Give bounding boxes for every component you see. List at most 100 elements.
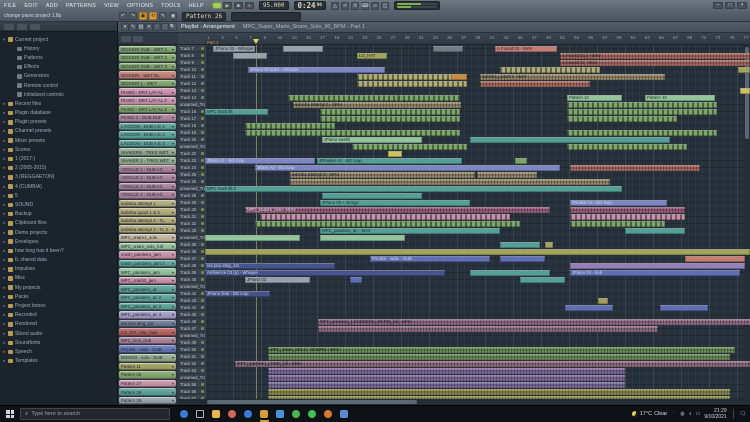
browser-item[interactable]: Remote control	[0, 81, 117, 90]
browser-item[interactable]: ▸Envelopes	[0, 237, 117, 246]
clip[interactable]	[245, 130, 460, 136]
clip[interactable]	[233, 53, 267, 59]
track-row-header[interactable]: unnamed_Track 15	[178, 101, 205, 108]
picker-item[interactable]: kalimba quant 1 & 2▾	[119, 208, 176, 216]
track-row-header[interactable]: Track 36	[178, 248, 205, 255]
browser-item[interactable]: ▸My projects	[0, 283, 117, 292]
playlist-titlebar[interactable]: ▾ ✎ ▨ ✕ ∕ ⬚ 🔍 Playlist - Arrangement MPC…	[118, 22, 750, 33]
multilink-icon[interactable]: ∞	[371, 2, 379, 10]
track-row-header[interactable]: Track 31	[178, 213, 205, 220]
clip[interactable]	[352, 144, 467, 150]
clip[interactable]	[320, 109, 460, 115]
menu-item-edit[interactable]: EDIT	[20, 3, 41, 9]
track-row-header[interactable]: Track 28	[178, 192, 205, 199]
start-button[interactable]	[0, 406, 20, 422]
track-row-header[interactable]: Track 51	[178, 353, 205, 360]
slice-tool-icon[interactable]: ∕	[153, 23, 161, 31]
clip[interactable]: A.Found 02 - WAV	[560, 60, 750, 66]
track-row-header[interactable]: unnamed_Track 48	[178, 332, 205, 339]
track-row-header[interactable]: Track 14	[178, 94, 205, 101]
track-row-header[interactable]: unnamed_Track 41	[178, 283, 205, 290]
track-row-header[interactable]: Track 35	[178, 241, 205, 248]
clip[interactable]: MPC_pandeiro_LOUD_full - WAV	[235, 361, 750, 367]
track-row-header[interactable]: Track 23	[178, 157, 205, 164]
picker-filter-icon[interactable]	[121, 36, 131, 42]
picker-item[interactable]: MPC_pandeiro_ac 2▾	[119, 294, 176, 302]
clip[interactable]	[350, 277, 362, 283]
clip[interactable]	[565, 305, 613, 311]
clip[interactable]	[322, 193, 422, 199]
firefox-icon[interactable]	[323, 409, 334, 420]
clip[interactable]	[268, 375, 625, 381]
menu-item-patterns[interactable]: PATTERNS	[62, 3, 100, 9]
browser-item[interactable]: ▸Packs	[0, 292, 117, 301]
track-row-header[interactable]: Track 32	[178, 220, 205, 227]
picker-item[interactable]: Pattern 27▾	[119, 380, 176, 388]
clip[interactable]: PALMS A2 - BG loop	[570, 200, 667, 206]
clip[interactable]	[567, 130, 717, 136]
clip[interactable]	[570, 221, 665, 227]
play-button[interactable]: ▶	[223, 2, 232, 9]
picker-item[interactable]: MPC_pandeiro_ac 3▾	[119, 303, 176, 311]
track-row-header[interactable]: unnamed_Track 27	[178, 185, 205, 192]
browser-tab-2[interactable]	[17, 24, 27, 30]
track-row-header[interactable]: Track 39	[178, 269, 205, 276]
wait-input-icon[interactable]: ⏎	[341, 2, 349, 10]
menu-item-options[interactable]: OPTIONS	[123, 3, 157, 9]
track-row-header[interactable]: Track 50	[178, 346, 205, 353]
menu-item-tools[interactable]: TOOLS	[157, 3, 185, 9]
picker-item[interactable]: kalimba attempt 2 - TL▾	[119, 217, 176, 225]
playlist-grid[interactable]: JPiano 03 - WhisperA.Found 01 - WAVLO_HA…	[205, 45, 750, 399]
menu-item-help[interactable]: HELP	[185, 3, 208, 9]
clip[interactable]	[288, 95, 398, 101]
clip[interactable]	[570, 263, 745, 269]
pattern-song-led[interactable]	[213, 3, 221, 8]
midi-icon[interactable]: ◫	[381, 2, 389, 10]
close-button[interactable]: ×	[737, 2, 747, 9]
track-row-header[interactable]: unnamed_Track 21	[178, 143, 205, 150]
tempo-display[interactable]: 95.000	[259, 1, 289, 10]
menu-item-file[interactable]: FILE	[0, 3, 20, 9]
delete-tool-icon[interactable]: ✕	[145, 23, 153, 31]
clip[interactable]	[255, 221, 520, 227]
clip[interactable]	[398, 95, 460, 101]
clip[interactable]	[500, 256, 545, 262]
clip[interactable]	[470, 137, 670, 143]
browser-item[interactable]: ▸Scores	[0, 145, 117, 154]
picker-item[interactable]: LAGOON - DUB A.E 2▾	[119, 131, 176, 139]
snap-magnet-icon[interactable]: ◉	[169, 12, 177, 20]
clip[interactable]: Pattern 10	[645, 95, 715, 101]
picker-item[interactable]: LO_INT_clap_fade▾	[119, 328, 176, 336]
track-row-header[interactable]: Track 44	[178, 304, 205, 311]
show-desktop-divider[interactable]	[733, 409, 734, 419]
track-row-header[interactable]: Track 47	[178, 325, 205, 332]
zoom-tool-icon[interactable]: 🔍	[169, 23, 177, 31]
picker-item[interactable]: LAGOON - DUB A.E 3▾	[119, 140, 176, 148]
clip[interactable]	[205, 249, 750, 255]
clip[interactable]: kalimba attempt 1 - WAV	[293, 102, 461, 108]
playhead-marker[interactable]	[253, 39, 259, 44]
fl-studio-icon[interactable]	[259, 409, 270, 420]
clip[interactable]	[515, 158, 527, 164]
clip[interactable]: kalimba attempt 2 - WAV	[290, 172, 475, 178]
clip[interactable]: JRhodes A1 - BG loop	[317, 158, 462, 164]
browser-item[interactable]: ▸Recent files	[0, 99, 117, 108]
clip[interactable]: JPiano 03 - dub	[570, 270, 740, 276]
browser-item[interactable]: ▸Backup	[0, 210, 117, 219]
browser-item[interactable]: ▸Channel presets	[0, 127, 117, 136]
picker-item[interactable]: VONCLE 3 - DUB AC▾	[119, 183, 176, 191]
clip[interactable]	[451, 74, 467, 80]
clip[interactable]: JBass A2 - BG loop	[255, 165, 560, 171]
browser-item[interactable]: ▸1 (2017-)	[0, 154, 117, 163]
picker-item[interactable]: PIANO - DRY LAY AL 3▾	[119, 105, 176, 113]
picker-item[interactable]: MPC_pandeiro_ac 4▾	[119, 311, 176, 319]
clip[interactable]: MPC_snare_SOLO - 90 BPM - WAV	[268, 347, 735, 353]
browser-item[interactable]: ▸Impulses	[0, 265, 117, 274]
track-row-header[interactable]: Track 55	[178, 381, 205, 388]
picker-item[interactable]: MPC_crash2_jam▾	[119, 277, 176, 285]
clip[interactable]: A.Found 01 - WAV	[495, 46, 557, 52]
clip[interactable]: JPiano Rhodes - Whisper	[248, 67, 385, 73]
browser-tab-3[interactable]	[30, 24, 40, 30]
browser-item[interactable]: ▸Templates	[0, 357, 117, 366]
draw-tool-icon[interactable]: ✎	[129, 23, 137, 31]
